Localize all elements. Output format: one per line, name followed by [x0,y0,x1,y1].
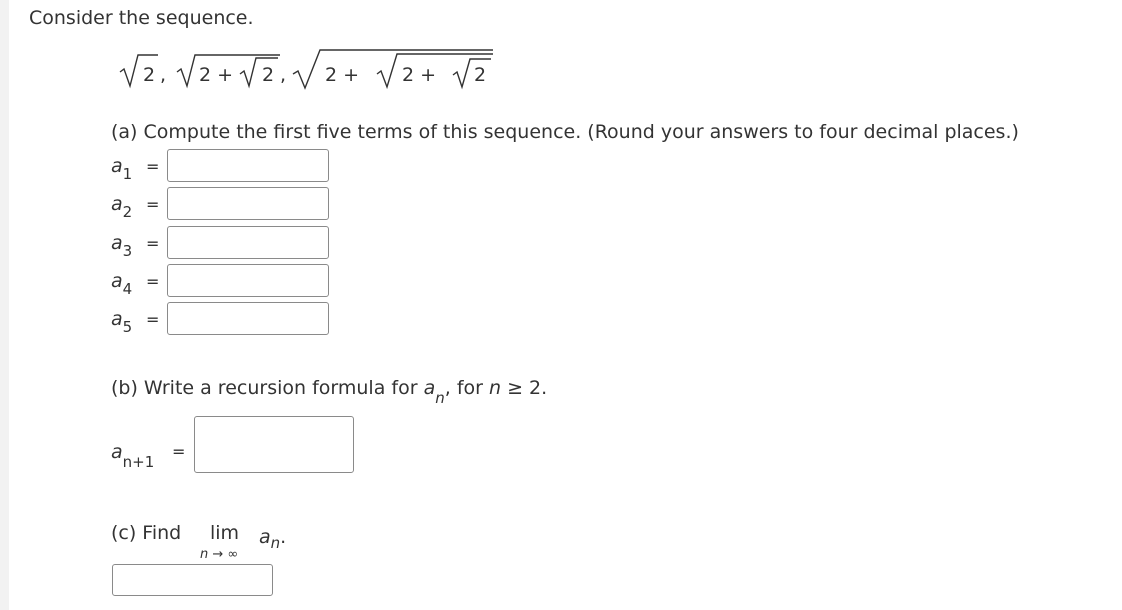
term-label-a2: a2 [111,193,132,221]
equals-sign: = [146,234,160,253]
left-margin-bar [0,0,9,610]
comma: , [444,377,451,399]
term-label-a3: a3 [111,232,132,260]
var-subscript: n [270,534,281,552]
sequence-expression: 2 , 2 + 2 , 2 + 2 + 2 [115,46,510,90]
term-label-a4: a4 [111,270,132,298]
recursion-answer-box[interactable] [194,416,354,473]
var-n: n [489,377,502,399]
var-a: a [111,193,123,215]
var-a: a [259,526,271,548]
seq-comma: , [160,64,166,86]
limit-subscript: n → ∞ [200,547,239,562]
equals-sign: = [146,310,160,329]
period: . [280,526,287,548]
for-word: for [456,377,483,399]
var-subscript: n+1 [122,453,155,471]
condition: ≥ 2. [507,377,548,399]
limit-expression: an. [259,526,287,552]
var-a: a [111,155,123,177]
var-a: a [111,270,123,292]
seq-term3-inner: 2 [474,64,486,86]
equals-sign: = [172,442,186,461]
prompt-text: Consider the sequence. [29,7,254,29]
limit-answer-box[interactable] [112,564,273,596]
part-a-question: (a) Compute the first five terms of this… [111,121,1019,143]
answer-box-a5[interactable] [167,302,329,335]
var-subscript: 4 [122,280,133,298]
equals-sign: = [146,272,160,291]
var-subscript: 5 [122,318,133,336]
seq-term2-inner: 2 [262,64,274,86]
part-c-text: (c) Find [111,522,182,544]
recursion-label: an+1 [111,441,154,471]
var-a: a [111,308,123,330]
seq-term2-prefix: 2 + [199,64,233,86]
equals-sign: = [146,157,160,176]
equals-sign: = [146,195,160,214]
var-a: a [111,232,123,254]
term-label-a1: a1 [111,155,132,183]
seq-term1-inner: 2 [143,64,155,86]
term-label-a5: a5 [111,308,132,336]
part-c-question: (c) Find [111,522,181,544]
var-a: a [111,441,123,463]
var-a: a [423,377,436,399]
answer-box-a4[interactable] [167,264,329,297]
answer-box-a3[interactable] [167,226,329,259]
sequence-radicals: 2 , 2 + 2 , 2 + 2 + 2 [119,49,493,90]
var-subscript: 3 [122,242,133,260]
answer-box-a2[interactable] [167,187,329,220]
answer-box-a1[interactable] [167,149,329,182]
part-b-text: (b) Write a recursion formula for [111,377,418,399]
seq-term3-prefix2: 2 + [402,64,436,86]
seq-comma: , [280,64,286,86]
seq-term3-prefix1: 2 + [325,64,359,86]
var-subscript: n [435,388,445,407]
limit-word: lim [210,522,240,544]
var-subscript: 1 [122,165,133,183]
var-subscript: 2 [122,203,133,221]
part-b-question: (b) Write a recursion formula for an, fo… [111,377,548,407]
